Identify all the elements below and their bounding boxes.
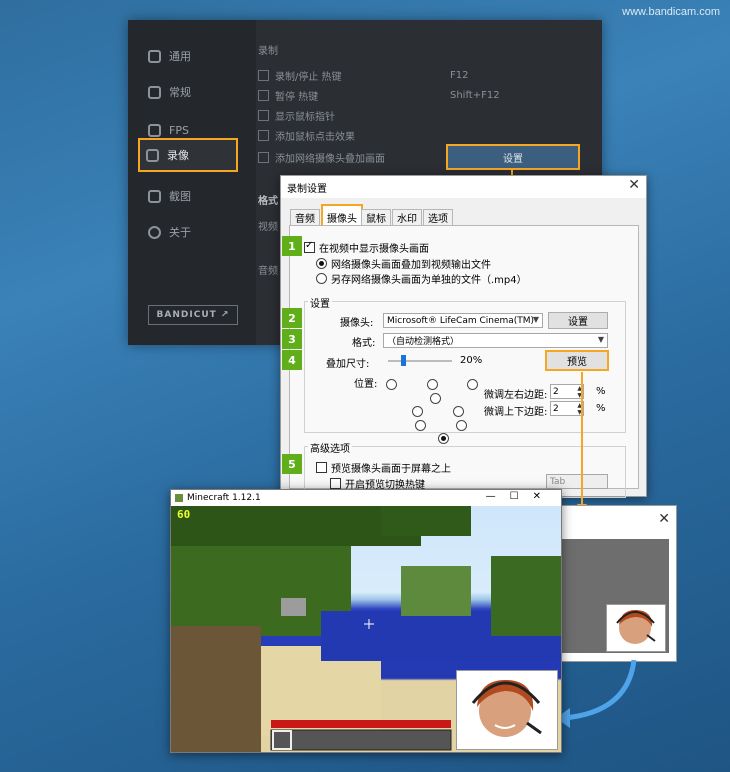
show-webcam-option[interactable]: 在视频中显示摄像头画面 <box>304 240 429 255</box>
v-margin-label: 微调上下边距: <box>484 407 548 418</box>
dialog-title: 录制设置 <box>287 184 327 195</box>
sidebar-item-common[interactable]: 常规 <box>142 78 252 106</box>
webcam-overlay <box>456 670 558 750</box>
show-webcam-checkbox[interactable] <box>304 240 315 253</box>
video-label: 视频 <box>258 222 278 233</box>
option-click-effects[interactable]: 添加鼠标点击效果 <box>258 128 355 143</box>
sidebar-item-screenshot[interactable]: 截图 <box>142 182 252 210</box>
step-badge: 1 <box>282 236 302 256</box>
dialog-titlebar: 录制设置 ✕ <box>281 176 646 198</box>
checkbox[interactable] <box>258 130 269 141</box>
step-badge: 5 <box>282 454 302 474</box>
chevron-down-icon: ▼ <box>597 335 604 344</box>
home-icon <box>148 49 161 63</box>
info-icon <box>148 225 161 239</box>
checkbox[interactable] <box>258 110 269 121</box>
position-radio-bottom-right[interactable] <box>438 432 449 444</box>
option-webcam-overlay[interactable]: 添加网络摄像头叠加画面 <box>258 150 385 165</box>
option-record-hotkey[interactable]: 录制/停止 热键 F12 <box>258 68 468 83</box>
position-radio[interactable] <box>415 419 426 431</box>
watermark: www.bandicam.com <box>622 6 720 18</box>
option-pause-hotkey[interactable]: 暂停 热键 Shift+F12 <box>258 88 500 103</box>
format-label: 格式: <box>352 338 376 349</box>
webcam-face-image-large <box>471 679 542 737</box>
webcam-preview-thumbnail <box>606 604 666 652</box>
close-icon[interactable]: ✕ <box>628 177 640 193</box>
audio-label: 音频 <box>258 266 278 277</box>
overlay-size-value: 20% <box>460 355 483 366</box>
sidebar: 通用 常规 FPS 录像 截图 关于 BANDICUT ↗ <box>128 20 256 345</box>
camera-label: 摄像头: <box>340 318 374 329</box>
option-show-cursor[interactable]: 显示鼠标指针 <box>258 108 335 123</box>
section-title: 录制 <box>258 46 278 57</box>
tab-mouse[interactable]: 鼠标 <box>361 209 391 225</box>
fps-icon <box>148 123 161 137</box>
format-select[interactable]: （自动检测格式） ▼ <box>383 333 608 348</box>
position-radio[interactable] <box>455 419 467 431</box>
image-icon <box>148 189 161 203</box>
separate-file-radio[interactable] <box>316 273 327 284</box>
gear-icon <box>148 85 161 99</box>
position-grid <box>386 377 478 444</box>
settings-group-title: 设置 <box>308 295 332 310</box>
bandicut-link[interactable]: BANDICUT ↗ <box>148 305 238 325</box>
position-radio[interactable] <box>412 405 423 417</box>
position-radio[interactable] <box>426 378 438 390</box>
camera-select[interactable]: Microsoft® LifeCam Cinema(TM) ▼ <box>383 313 543 328</box>
minecraft-icon <box>175 494 183 502</box>
fps-counter: 60 <box>177 508 191 521</box>
close-icon[interactable]: ✕ <box>658 511 670 527</box>
overlay-size-slider[interactable] <box>388 355 452 366</box>
sidebar-item-general[interactable]: 通用 <box>142 42 252 70</box>
v-margin-unit: % <box>596 403 606 414</box>
tab-options[interactable]: 选项 <box>423 209 453 225</box>
checkbox[interactable] <box>330 478 341 489</box>
preview-button[interactable]: 预览 <box>545 350 609 371</box>
overlay-size-label: 叠加尺寸: <box>326 359 370 370</box>
slider-thumb[interactable] <box>400 355 406 366</box>
tab-watermark[interactable]: 水印 <box>392 209 422 225</box>
webcam-face-image <box>616 609 656 644</box>
position-radio[interactable] <box>467 378 478 390</box>
chevron-down-icon: ▼ <box>532 315 539 324</box>
preview-on-top-option[interactable]: 预览摄像头画面于屏幕之上 <box>316 460 451 475</box>
arrow-to-overlay <box>556 659 637 728</box>
step-badge: 4 <box>282 350 302 370</box>
position-radio[interactable] <box>452 405 464 417</box>
h-margin-label: 微调左右边距: <box>484 390 548 401</box>
sidebar-item-about[interactable]: 关于 <box>142 218 252 246</box>
sidebar-item-video[interactable]: 录像 <box>138 138 238 172</box>
checkbox[interactable] <box>258 70 269 81</box>
webcam-settings-button[interactable]: 设置 <box>446 144 580 170</box>
format-label: 格式 <box>258 196 278 207</box>
position-radio[interactable] <box>429 392 441 404</box>
overlay-radio-option[interactable]: 网络摄像头画面叠加到视频输出文件 <box>316 256 491 271</box>
checkbox[interactable] <box>258 152 269 163</box>
video-settings-icon <box>146 148 159 162</box>
checkbox[interactable] <box>316 462 327 473</box>
minecraft-title: Minecraft 1.12.1 <box>187 493 261 503</box>
overlay-radio[interactable] <box>316 258 327 269</box>
position-label: 位置: <box>354 379 378 390</box>
step-badge: 3 <box>282 329 302 349</box>
arrow-to-preview <box>577 372 587 512</box>
h-margin-unit: % <box>596 386 606 397</box>
tab-audio[interactable]: 音频 <box>290 209 320 225</box>
position-radio[interactable] <box>386 378 397 390</box>
minecraft-titlebar: Minecraft 1.12.1 —☐✕ <box>171 490 561 506</box>
window-controls[interactable]: —☐✕ <box>486 491 555 502</box>
checkbox[interactable] <box>258 90 269 101</box>
separate-file-radio-option[interactable]: 另存网络摄像头画面为单独的文件（.mp4） <box>316 271 527 286</box>
camera-settings-button[interactable]: 设置 <box>548 312 608 329</box>
step-badge: 2 <box>282 308 302 328</box>
advanced-group-title: 高级选项 <box>308 440 352 455</box>
